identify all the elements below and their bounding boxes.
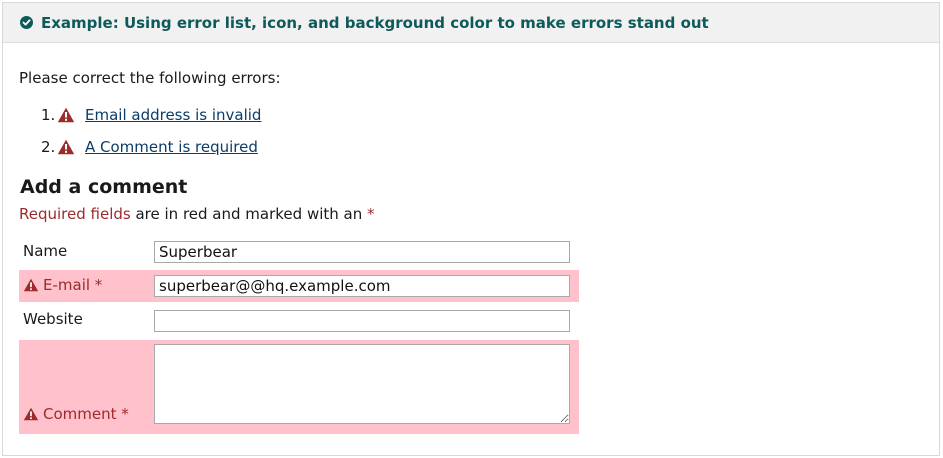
- error-number: 2.: [41, 138, 56, 156]
- required-note-text: are in red and marked with an: [130, 205, 367, 223]
- comment-field[interactable]: [154, 344, 570, 424]
- email-label: E-mail *: [23, 276, 102, 294]
- email-field[interactable]: [154, 275, 570, 297]
- error-list-item: 1. Email address is invalid: [41, 99, 261, 131]
- warning-triangle-icon: [23, 407, 39, 421]
- error-summary-intro: Please correct the following errors:: [19, 69, 281, 87]
- required-fields-label: Required fields: [19, 205, 131, 223]
- warning-triangle-icon: [57, 139, 75, 155]
- required-marker: *: [367, 205, 375, 223]
- website-label: Website: [23, 310, 83, 328]
- example-body: Please correct the following errors: 1. …: [3, 43, 939, 455]
- form-row-website: Website: [19, 304, 579, 338]
- required-fields-note: Required fields are in red and marked wi…: [19, 205, 375, 223]
- website-field[interactable]: [154, 310, 570, 332]
- comment-label: Comment *: [23, 405, 129, 423]
- error-list: 1. Email address is invalid 2. A Comment…: [41, 99, 261, 163]
- form-row-comment: Comment *: [19, 340, 579, 434]
- warning-triangle-icon: [57, 107, 75, 123]
- form-title: Add a comment: [20, 176, 188, 198]
- form-row-name: Name: [19, 236, 579, 270]
- error-list-item: 2. A Comment is required: [41, 131, 261, 163]
- error-link-email[interactable]: Email address is invalid: [85, 106, 261, 124]
- warning-triangle-icon: [23, 278, 39, 292]
- comment-label-text: Comment *: [43, 405, 129, 423]
- email-label-text: E-mail *: [43, 276, 103, 294]
- name-label: Name: [23, 242, 68, 260]
- error-link-comment[interactable]: A Comment is required: [85, 138, 258, 156]
- check-circle-icon: [20, 16, 33, 29]
- form-row-email: E-mail *: [19, 270, 579, 302]
- example-panel: Example: Using error list, icon, and bac…: [2, 2, 940, 456]
- name-field[interactable]: [154, 241, 570, 263]
- error-number: 1.: [41, 106, 56, 124]
- example-title: Example: Using error list, icon, and bac…: [41, 13, 709, 32]
- example-header: Example: Using error list, icon, and bac…: [3, 3, 939, 43]
